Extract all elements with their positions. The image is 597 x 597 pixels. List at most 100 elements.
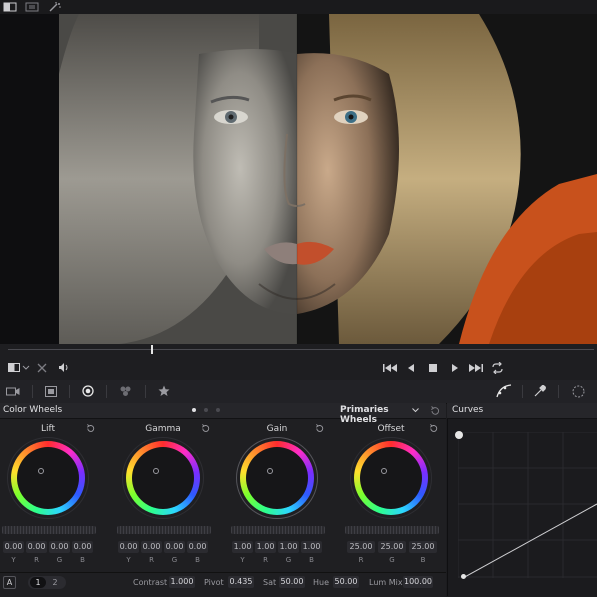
page-2-button[interactable]: 2 [47, 577, 63, 588]
motion-effects-icon[interactable] [158, 385, 170, 397]
gain-r-label: R [263, 556, 268, 564]
viewer-frame [59, 14, 597, 344]
offset-reset-icon[interactable] [429, 424, 438, 433]
gain-r-value[interactable]: 1.00 [255, 541, 276, 553]
page-dot-3[interactable] [216, 408, 220, 412]
lift-master-slider[interactable] [2, 526, 96, 534]
gamma-g-value[interactable]: 0.00 [164, 541, 185, 553]
wheels-mode-dropdown[interactable]: Primaries Wheels [336, 403, 422, 425]
power-window-icon[interactable] [572, 385, 585, 398]
gamma-y-label: Y [126, 556, 131, 564]
play-icon[interactable] [451, 363, 459, 373]
bypass-icon[interactable] [37, 363, 47, 373]
gain-b-label: B [309, 556, 314, 564]
gamma-g-label: G [171, 556, 178, 564]
gamma-r-value[interactable]: 0.00 [141, 541, 162, 553]
gamma-r-label: R [149, 556, 154, 564]
timeline-scrubber[interactable] [0, 344, 597, 356]
gain-title: Gain [266, 424, 288, 434]
page-dot-2[interactable] [204, 408, 208, 412]
contrast-value[interactable]: 1.000 [169, 576, 195, 588]
gain-g-value[interactable]: 1.00 [278, 541, 299, 553]
gamma-y-value[interactable]: 0.00 [118, 541, 139, 553]
playhead[interactable] [151, 345, 153, 354]
split-screen-portrait-image [59, 14, 597, 344]
rgb-mixer-icon[interactable] [119, 385, 132, 397]
wheels-mode-label: Primaries Wheels [340, 405, 389, 425]
curves-graph[interactable] [458, 432, 597, 578]
color-match-icon[interactable] [45, 386, 57, 397]
color-wheels-title: Color Wheels [3, 405, 63, 415]
lift-g-value[interactable]: 0.00 [49, 541, 70, 553]
gain-wheel-puck[interactable] [267, 468, 273, 474]
lift-y-value[interactable]: 0.00 [3, 541, 24, 553]
offset-master-slider[interactable] [345, 526, 439, 534]
sat-label: Sat [263, 578, 277, 587]
qualifier-eyedropper-icon[interactable] [534, 385, 546, 397]
lift-reset-icon[interactable] [86, 424, 95, 433]
viewer-top-bar [0, 0, 597, 14]
magic-wand-icon[interactable] [48, 2, 62, 12]
viewer-mode-icon[interactable] [8, 363, 30, 373]
color-wheels-header: Color Wheels Primaries Wheels [0, 403, 446, 425]
gamma-reset-icon[interactable] [201, 424, 210, 433]
page-1-button[interactable]: 1 [30, 577, 46, 588]
scrubber-track [8, 349, 594, 350]
offset-title: Offset [377, 424, 405, 434]
gain-y-value[interactable]: 1.00 [232, 541, 253, 553]
chevron-down-icon [412, 408, 419, 413]
volume-icon[interactable] [58, 362, 70, 373]
reset-all-icon[interactable] [430, 406, 440, 416]
curve-black-point[interactable] [461, 574, 466, 579]
reverse-play-icon[interactable] [407, 363, 415, 373]
lift-r-value[interactable]: 0.00 [26, 541, 47, 553]
palette-toolbar [0, 380, 597, 404]
gain-reset-icon[interactable] [315, 424, 324, 433]
gamma-wheel-puck[interactable] [153, 468, 159, 474]
camera-raw-icon[interactable] [6, 386, 20, 397]
loop-icon[interactable] [491, 362, 504, 374]
offset-r-label: R [358, 556, 364, 564]
page-dot-1[interactable] [192, 408, 196, 412]
curves-title: Curves [452, 405, 484, 415]
pivot-value[interactable]: 0.435 [228, 576, 254, 588]
sat-value[interactable]: 50.00 [279, 576, 305, 588]
gamma-title: Gamma [145, 424, 181, 434]
go-to-last-frame-icon[interactable] [469, 363, 483, 373]
go-to-first-frame-icon[interactable] [383, 363, 397, 373]
lum-mix-value[interactable]: 100.00 [403, 576, 433, 588]
gamma-b-label: B [195, 556, 200, 564]
lift-b-value[interactable]: 0.00 [72, 541, 93, 553]
curve-color-picker-icon[interactable] [455, 431, 463, 439]
curves-tool-icon[interactable] [496, 384, 512, 398]
lum-mix-label: Lum Mix [369, 578, 403, 587]
viewer[interactable] [0, 14, 597, 344]
gain-master-slider[interactable] [231, 526, 325, 534]
offset-g-label: G [389, 556, 395, 564]
lift-wheel-puck[interactable] [38, 468, 44, 474]
hue-label: Hue [313, 578, 330, 587]
gain-b-value[interactable]: 1.00 [301, 541, 322, 553]
gamma-b-value[interactable]: 0.00 [187, 541, 208, 553]
split-viewer-icon[interactable] [25, 2, 39, 12]
lift-g-label: G [56, 556, 63, 564]
hue-value[interactable]: 50.00 [333, 576, 359, 588]
pivot-label: Pivot [204, 578, 224, 587]
offset-g-value[interactable]: 25.00 [378, 541, 406, 553]
gamma-wheel[interactable] [126, 441, 200, 515]
lift-r-label: R [34, 556, 39, 564]
offset-wheel[interactable] [354, 441, 428, 515]
gain-wheel[interactable] [240, 441, 314, 515]
offset-r-value[interactable]: 25.00 [347, 541, 375, 553]
gamma-master-slider[interactable] [117, 526, 211, 534]
lift-wheel[interactable] [11, 441, 85, 515]
auto-balance-button[interactable]: A [3, 576, 16, 589]
stop-icon[interactable] [429, 364, 438, 373]
offset-b-value[interactable]: 25.00 [409, 541, 437, 553]
offset-wheel-puck[interactable] [381, 468, 387, 474]
single-viewer-icon[interactable] [3, 2, 17, 12]
gain-y-label: Y [240, 556, 245, 564]
lift-title: Lift [40, 424, 56, 434]
color-wheels-icon[interactable] [82, 385, 94, 397]
curves-header: Curves [447, 403, 597, 419]
